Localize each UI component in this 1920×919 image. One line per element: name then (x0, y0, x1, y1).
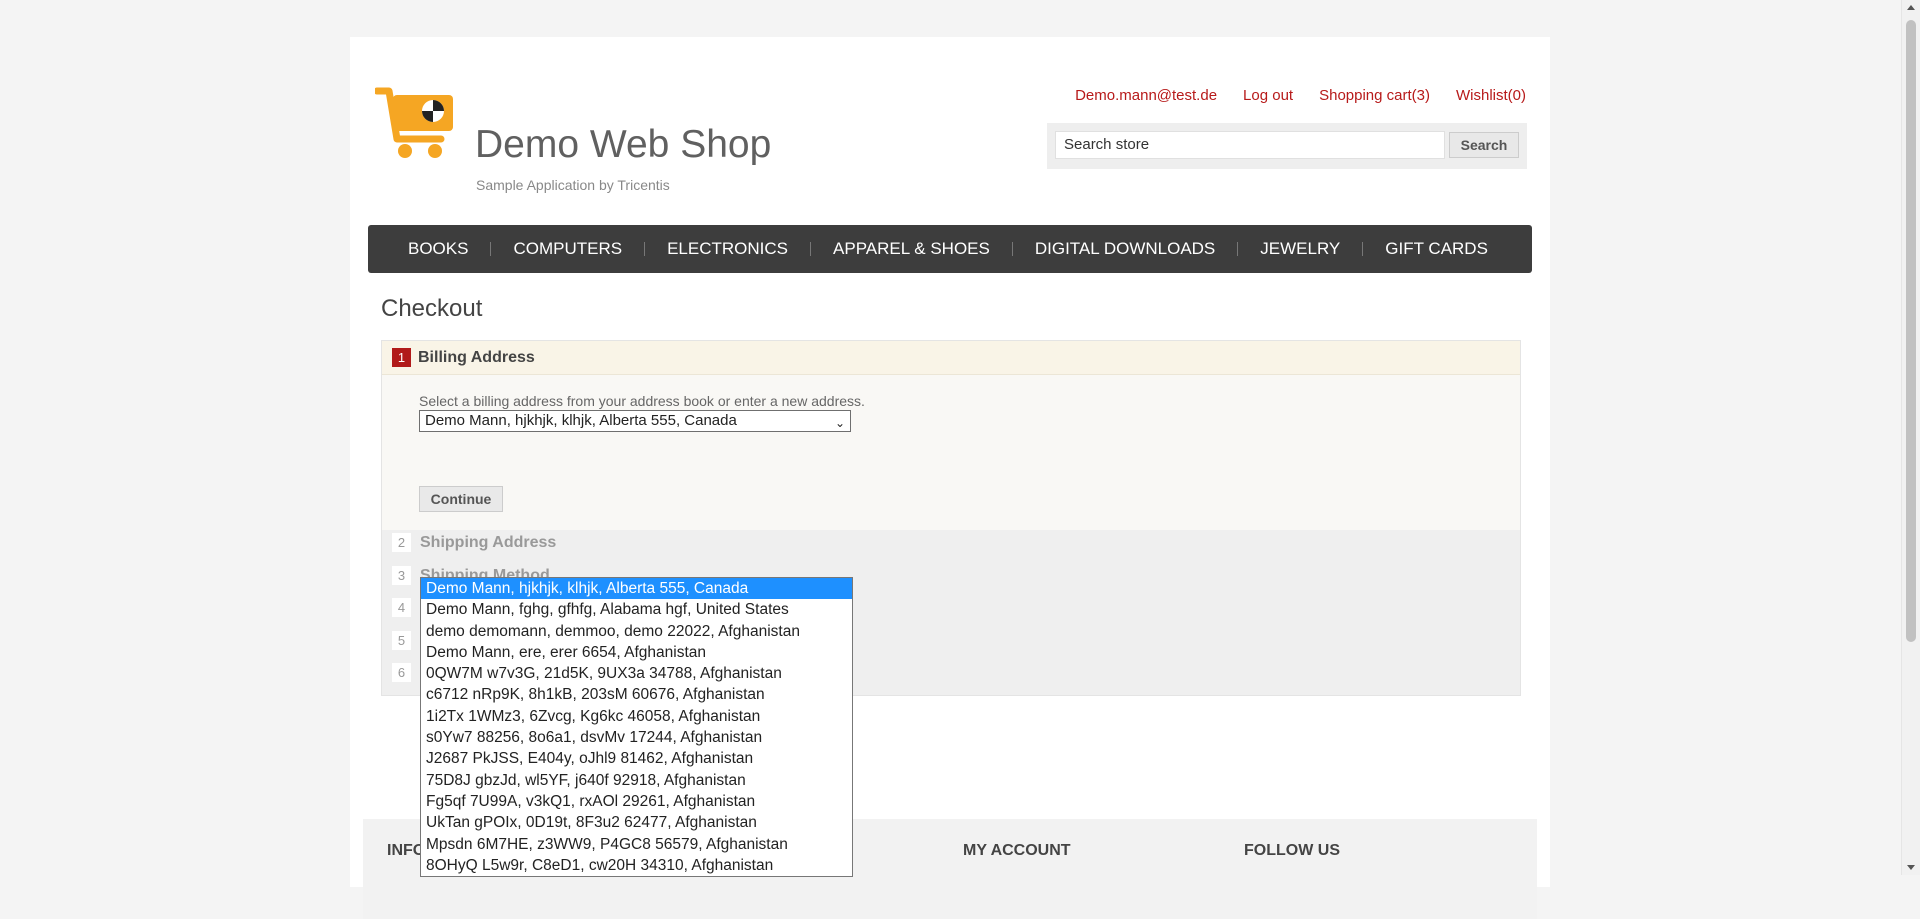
step-number-badge: 3 (392, 566, 411, 585)
step-number-badge: 1 (392, 348, 411, 367)
step-5[interactable]: 5 (392, 631, 420, 650)
header-links: Demo.mann@test.de Log out Shopping cart(… (1075, 87, 1526, 104)
step-number-badge: 4 (392, 598, 411, 617)
step-billing-address-header[interactable]: 1 Billing Address (382, 341, 1520, 375)
address-option[interactable]: s0Yw7 88256, 8o6a1, dsvMv 17244, Afghani… (421, 727, 852, 748)
nav-electronics[interactable]: ELECTRONICS (645, 239, 810, 259)
address-option[interactable]: Mpsdn 6M7HE, z3WW9, P4GC8 56579, Afghani… (421, 834, 852, 855)
nav-digital-downloads[interactable]: DIGITAL DOWNLOADS (1013, 239, 1237, 259)
scrollbar-thumb[interactable] (1906, 20, 1916, 642)
site-logo[interactable]: Demo Web Shop Sample Application by Tric… (375, 83, 795, 193)
continue-button[interactable]: Continue (419, 486, 503, 512)
address-option[interactable]: c6712 nRp9K, 8h1kB, 203sM 60676, Afghani… (421, 684, 852, 705)
billing-address-panel: Select a billing address from your addre… (382, 375, 1520, 530)
address-option[interactable]: UkTan gPOIx, 0D19t, 8F3u2 62477, Afghani… (421, 812, 852, 833)
step-number-badge: 6 (392, 663, 411, 682)
address-option[interactable]: Demo Mann, ere, erer 6654, Afghanistan (421, 642, 852, 663)
nav-computers[interactable]: COMPUTERS (491, 239, 644, 259)
step-6[interactable]: 6 (392, 663, 420, 682)
address-option[interactable]: demo demomann, demmoo, demo 22022, Afgha… (421, 621, 852, 642)
nav-apparel-shoes[interactable]: APPAREL & SHOES (811, 239, 1012, 259)
footer-my-account-heading: MY ACCOUNT (963, 842, 1071, 859)
scroll-up-arrow-icon[interactable] (1907, 5, 1915, 10)
chevron-down-icon: ⌄ (834, 416, 845, 430)
logo-subtitle: Sample Application by Tricentis (476, 177, 670, 193)
top-menu: BOOKS COMPUTERS ELECTRONICS APPAREL & SH… (368, 225, 1532, 273)
shopping-cart-link[interactable]: Shopping cart(3) (1319, 87, 1430, 104)
logo-title: Demo Web Shop (475, 123, 772, 166)
account-email-link[interactable]: Demo.mann@test.de (1075, 87, 1217, 104)
address-option[interactable]: Demo Mann, fghg, gfhfg, Alabama hgf, Uni… (421, 599, 852, 620)
address-option[interactable]: 75D8J gbzJd, wl5YF, j640f 92918, Afghani… (421, 770, 852, 791)
search-button[interactable]: Search (1449, 132, 1519, 158)
nav-gift-cards[interactable]: GIFT CARDS (1363, 239, 1510, 259)
step-4[interactable]: 4 (392, 598, 420, 617)
step-shipping-address[interactable]: 2 Shipping Address (392, 533, 556, 552)
wishlist-link[interactable]: Wishlist(0) (1456, 87, 1526, 104)
address-option[interactable]: 0QW7M w7v3G, 21d5K, 9UX3a 34788, Afghani… (421, 663, 852, 684)
step-title: Billing Address (418, 348, 535, 366)
step-title: Shipping Address (420, 533, 557, 551)
billing-address-options-list[interactable]: Demo Mann, hjkhjk, klhjk, Alberta 555, C… (420, 577, 853, 877)
page-scrollbar[interactable] (1901, 0, 1920, 875)
nav-books[interactable]: BOOKS (368, 239, 490, 259)
step-number-badge: 5 (392, 631, 411, 650)
logout-link[interactable]: Log out (1243, 87, 1293, 104)
billing-address-hint: Select a billing address from your addre… (419, 393, 865, 409)
selected-address-value: Demo Mann, hjkhjk, klhjk, Alberta 555, C… (425, 412, 737, 429)
page-title: Checkout (381, 295, 483, 322)
footer-follow-us-heading: FOLLOW US (1244, 842, 1340, 859)
nav-jewelry[interactable]: JEWELRY (1238, 239, 1362, 259)
search-input[interactable] (1055, 131, 1445, 159)
address-option[interactable]: 8OHyQ L5w9r, C8eD1, cw20H 34310, Afghani… (421, 855, 852, 876)
step-number-badge: 2 (392, 533, 411, 552)
scroll-down-arrow-icon[interactable] (1907, 865, 1915, 870)
billing-address-select[interactable]: Demo Mann, hjkhjk, klhjk, Alberta 555, C… (419, 410, 851, 432)
search-box: Search (1047, 123, 1527, 169)
address-option[interactable]: Demo Mann, hjkhjk, klhjk, Alberta 555, C… (421, 578, 852, 600)
address-option[interactable]: Fg5qf 7U99A, v3kQ1, rxAOl 29261, Afghani… (421, 791, 852, 812)
shopping-cart-logo-icon (375, 87, 453, 158)
address-option[interactable]: 1i2Tx 1WMz3, 6Zvcg, Kg6kc 46058, Afghani… (421, 706, 852, 727)
address-option[interactable]: J2687 PkJSS, E404y, oJhl9 81462, Afghani… (421, 748, 852, 769)
